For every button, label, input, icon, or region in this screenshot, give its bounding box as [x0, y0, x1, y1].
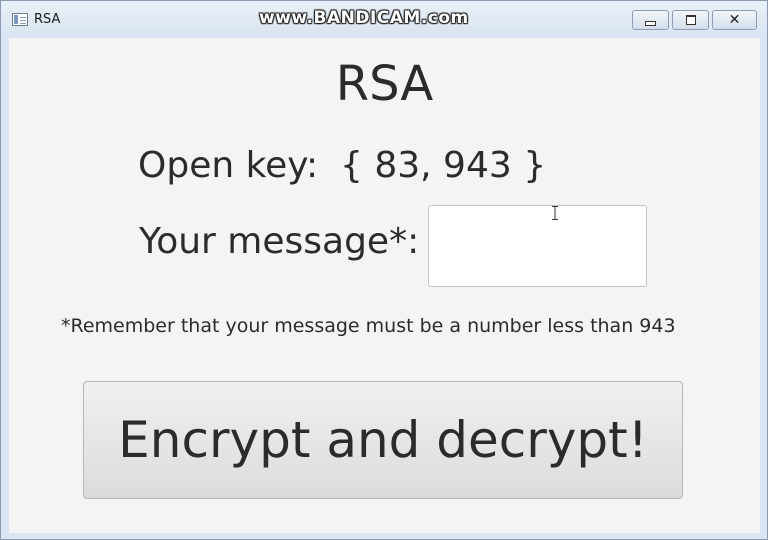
- app-icon: [12, 13, 28, 26]
- minimize-icon: [645, 21, 656, 26]
- close-icon: ✕: [728, 12, 741, 28]
- open-key-value: { 83, 943 }: [340, 145, 547, 186]
- message-label: Your message*:: [139, 221, 420, 262]
- title-bar[interactable]: RSA www.BANDICAM.com ✕: [1, 1, 767, 37]
- maximize-button[interactable]: [672, 10, 709, 30]
- main-panel: RSA Open key: { 83, 943 } Your message*:…: [9, 38, 760, 533]
- encrypt-decrypt-button[interactable]: Encrypt and decrypt!: [83, 381, 683, 499]
- window-title: RSA: [34, 12, 61, 27]
- close-button[interactable]: ✕: [712, 10, 757, 30]
- message-input[interactable]: [428, 205, 647, 287]
- window-controls: ✕: [632, 10, 757, 30]
- page-title: RSA: [335, 56, 434, 112]
- minimize-button[interactable]: [632, 10, 669, 30]
- maximize-icon: [685, 15, 696, 25]
- text-cursor-icon: [552, 206, 558, 220]
- app-window: RSA www.BANDICAM.com ✕ RSA Open key: { 8…: [0, 0, 768, 540]
- hint-text: *Remember that your message must be a nu…: [61, 315, 676, 337]
- recorder-watermark: www.BANDICAM.com: [259, 8, 469, 28]
- open-key-label: Open key:: [138, 145, 319, 186]
